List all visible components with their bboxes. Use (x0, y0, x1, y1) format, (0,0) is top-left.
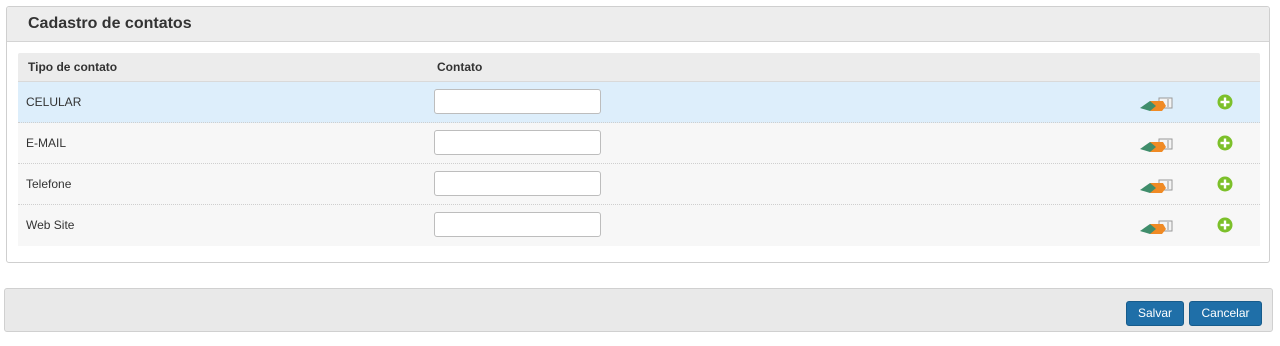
contact-type-label: CELULAR (26, 95, 82, 109)
contact-type-label: E-MAIL (26, 136, 67, 150)
eraser-icon[interactable] (1138, 95, 1174, 113)
table-row[interactable]: CELULAR (18, 82, 1260, 123)
grid-header: Tipo de contato Contato (18, 53, 1260, 82)
panel-title: Cadastro de contatos (7, 7, 1269, 42)
add-circle-icon[interactable] (1217, 176, 1233, 192)
table-row[interactable]: E-MAIL (18, 123, 1260, 164)
contacts-grid: Tipo de contato Contato CELULAR E-MAIL T… (18, 53, 1260, 246)
add-circle-icon[interactable] (1217, 94, 1233, 110)
table-row[interactable]: Web Site (18, 205, 1260, 246)
contact-value-input[interactable] (434, 89, 601, 114)
contact-type-label: Web Site (26, 218, 75, 232)
add-circle-icon[interactable] (1217, 217, 1233, 233)
column-header-contact: Contato (437, 60, 483, 74)
eraser-icon[interactable] (1138, 177, 1174, 195)
cancel-button[interactable]: Cancelar (1189, 301, 1262, 326)
contact-value-input[interactable] (434, 212, 601, 237)
column-header-type: Tipo de contato (28, 60, 118, 74)
form-footer: Salvar Cancelar (4, 288, 1273, 332)
contact-value-input[interactable] (434, 171, 601, 196)
add-circle-icon[interactable] (1217, 135, 1233, 151)
eraser-icon[interactable] (1138, 218, 1174, 236)
save-button[interactable]: Salvar (1126, 301, 1184, 326)
table-row[interactable]: Telefone (18, 164, 1260, 205)
eraser-icon[interactable] (1138, 136, 1174, 154)
contact-type-label: Telefone (26, 177, 72, 191)
contact-value-input[interactable] (434, 130, 601, 155)
contacts-panel: Cadastro de contatos Tipo de contato Con… (6, 6, 1270, 263)
